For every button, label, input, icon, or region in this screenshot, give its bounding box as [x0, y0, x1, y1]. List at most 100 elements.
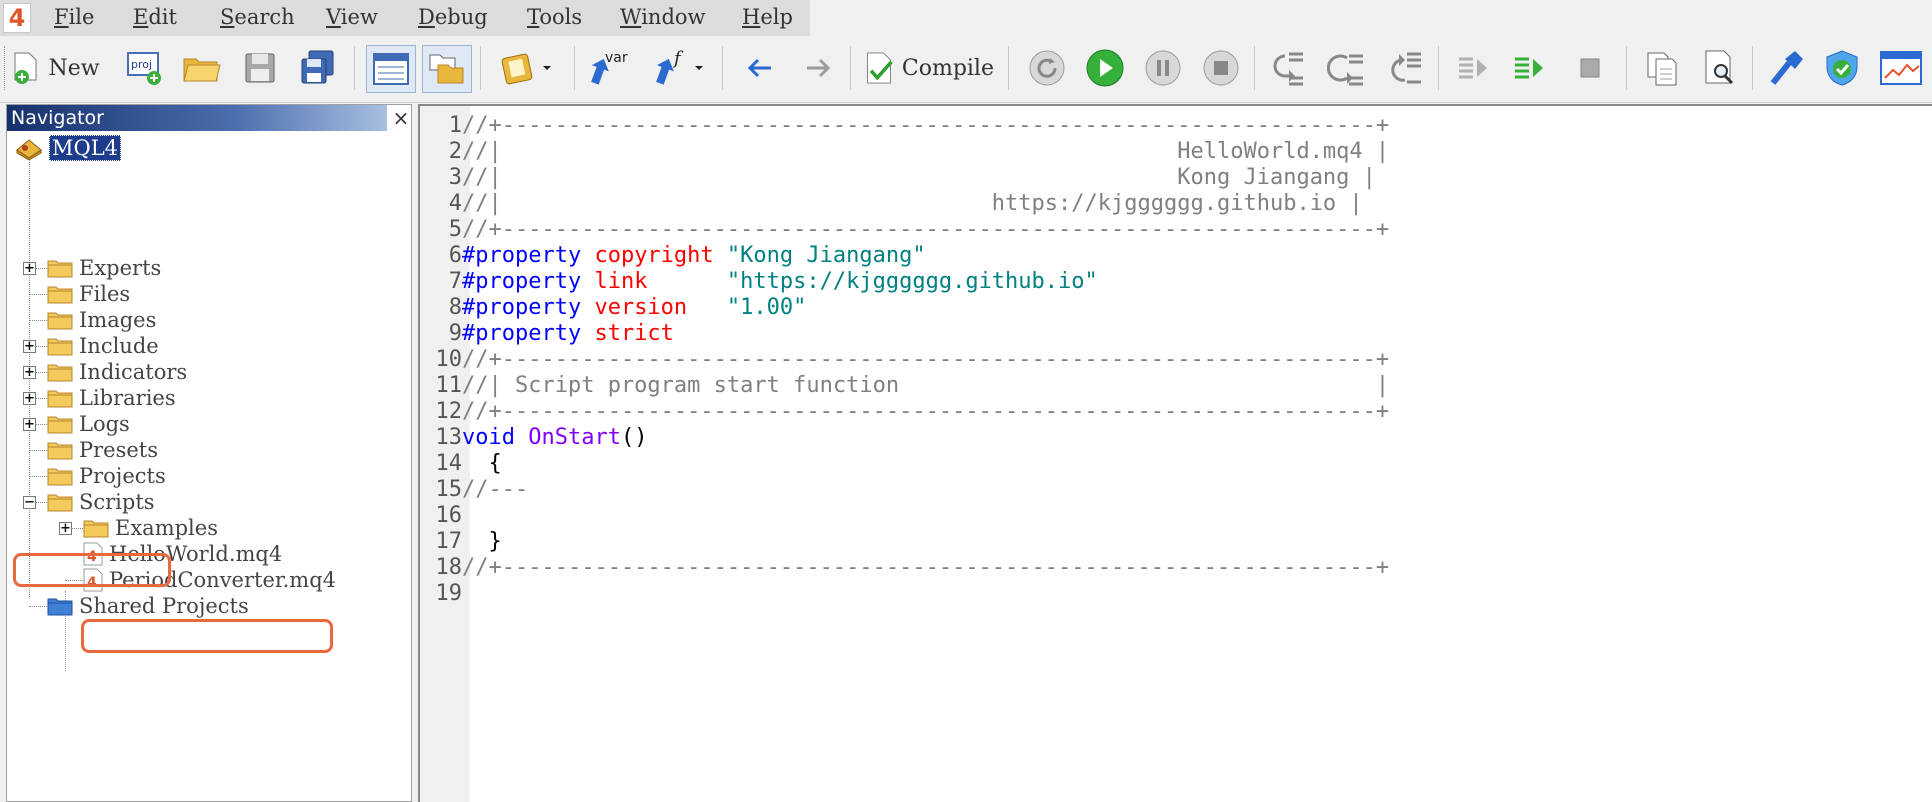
restart-button[interactable]	[1024, 45, 1070, 91]
menu-label-rest: ools	[539, 5, 583, 29]
menu-mnemonic: F	[54, 5, 69, 29]
toolbox-toggle-button[interactable]	[422, 45, 472, 93]
toolbar-grip[interactable]	[4, 46, 8, 90]
chart-window-icon	[1880, 51, 1922, 85]
chevron-down-icon[interactable]	[540, 61, 554, 75]
expand-icon[interactable]: +	[23, 366, 36, 379]
app-logo-icon[interactable]: 4	[3, 3, 31, 33]
start-profiling-button[interactable]	[1508, 45, 1552, 91]
tree-root-mql4[interactable]: MQL4	[15, 135, 122, 161]
menu-debug[interactable]: Debug	[418, 5, 488, 29]
menu-tools[interactable]: Tools	[527, 5, 582, 29]
expand-icon[interactable]: +	[23, 418, 36, 431]
tree-item-shared[interactable]: Shared Projects	[47, 593, 249, 619]
navigator-panel-icon	[373, 53, 409, 85]
code-token: void	[462, 425, 529, 450]
expand-icon[interactable]: +	[23, 340, 36, 353]
chevron-down-icon[interactable]	[692, 61, 706, 75]
tree-item-scripts[interactable]: Scripts	[47, 489, 155, 515]
tree-root-label: MQL4	[49, 135, 122, 161]
copy-button[interactable]	[1640, 45, 1684, 91]
code-editor[interactable]: 1//+------------------------------------…	[418, 104, 1932, 802]
tree-item-files[interactable]: Files	[47, 281, 130, 307]
new-project-icon: proj	[127, 52, 161, 85]
tree-item-images[interactable]: Images	[47, 307, 156, 333]
protect-button[interactable]	[1820, 45, 1864, 91]
forward-button[interactable]	[796, 45, 840, 91]
styler-button[interactable]	[492, 45, 562, 91]
back-button[interactable]	[738, 45, 782, 91]
expand-icon[interactable]: +	[23, 392, 36, 405]
new-project-button[interactable]: proj	[124, 45, 168, 91]
navigator-toggle-button[interactable]	[366, 45, 416, 93]
menu-help[interactable]: Help	[742, 5, 793, 29]
tools-icon	[1770, 51, 1803, 85]
menu-edit[interactable]: Edit	[133, 5, 177, 29]
menu-window[interactable]: Window	[620, 5, 706, 29]
menu-label-rest: ebug	[434, 5, 488, 29]
tree-item-examples[interactable]: Examples	[83, 515, 218, 541]
menu-label-rest: ile	[68, 5, 95, 29]
code-line[interactable]: 19	[420, 578, 1920, 610]
tree-item-logs[interactable]: Logs	[47, 411, 130, 437]
menu-label-rest: indow	[641, 5, 706, 29]
compile-button[interactable]: Compile	[864, 45, 994, 91]
step-over-icon	[1327, 54, 1363, 86]
menu-view[interactable]: View	[326, 5, 378, 29]
pause-icon	[1145, 50, 1181, 86]
copy-pages-icon	[1647, 52, 1677, 86]
code-token: "Kong Jiangang"	[726, 243, 926, 268]
insert-variable-button[interactable]: var	[584, 45, 636, 91]
step-out-button[interactable]	[1382, 45, 1428, 91]
pause-button[interactable]	[1140, 45, 1186, 91]
tree-connector	[29, 320, 47, 321]
tree-item-presets[interactable]: Presets	[47, 437, 158, 463]
tree-connector	[29, 450, 47, 451]
tree-item-label: Logs	[79, 412, 130, 436]
save-all-button[interactable]	[296, 45, 340, 91]
stop-button[interactable]	[1198, 45, 1244, 91]
navigator-title[interactable]: Navigator	[7, 105, 387, 131]
options-button[interactable]	[1764, 45, 1808, 91]
open-button[interactable]	[180, 45, 224, 91]
collapse-icon[interactable]: −	[23, 496, 36, 509]
menu-mnemonic: E	[133, 5, 149, 29]
stop-profiling-button[interactable]	[1568, 45, 1612, 91]
expand-icon[interactable]: +	[59, 522, 72, 535]
code-token: //| HelloWorld.mq4 |	[462, 139, 1390, 164]
step-over-button[interactable]	[1324, 45, 1370, 91]
tree-item-indicators[interactable]: Indicators	[47, 359, 187, 385]
save-icon	[245, 53, 275, 83]
restart-icon	[1029, 50, 1065, 86]
toolbar-separator	[722, 46, 723, 90]
run-real-icon	[1515, 57, 1543, 79]
open-folder-icon	[183, 58, 221, 82]
navigator-panel: Navigator × MQL4 + Experts Files Images + Inc…	[6, 104, 412, 802]
search-files-button[interactable]	[1698, 45, 1742, 91]
new-button[interactable]: New	[10, 45, 102, 91]
close-icon[interactable]: ×	[391, 105, 411, 131]
profile-history-button[interactable]	[1452, 45, 1496, 91]
tree-item-projects[interactable]: Projects	[47, 463, 166, 489]
expand-icon[interactable]: +	[23, 262, 36, 275]
insert-function-button[interactable]: f	[646, 45, 712, 91]
menu-search[interactable]: Search	[220, 5, 295, 29]
code-token: copyright	[594, 243, 727, 268]
code-token: }	[462, 529, 502, 554]
toolbar-separator	[574, 46, 575, 90]
code-token: //| Script program start function |	[462, 373, 1390, 398]
tree-item-experts[interactable]: Experts	[47, 255, 161, 281]
function-arrow-icon: f	[656, 48, 684, 85]
tree-item-include[interactable]: Include	[47, 333, 159, 359]
toolbar-separator	[1438, 46, 1439, 90]
terminal-button[interactable]	[1876, 45, 1926, 91]
save-button[interactable]	[238, 45, 282, 91]
tree-item-libraries[interactable]: Libraries	[47, 385, 176, 411]
code-token: ()	[620, 425, 648, 450]
code-token: //| https://kjgggggg.github.io |	[462, 191, 1363, 216]
menu-mnemonic: H	[742, 5, 761, 29]
step-into-button[interactable]	[1266, 45, 1312, 91]
start-debug-button[interactable]	[1082, 45, 1128, 91]
code-token: {	[462, 451, 502, 476]
menu-file[interactable]: File	[54, 5, 94, 29]
